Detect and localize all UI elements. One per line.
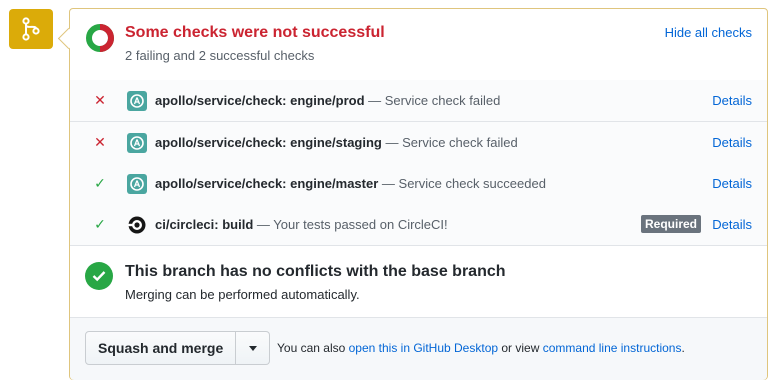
check-name: apollo/service/check: engine/prod: [155, 93, 365, 108]
merge-alternatives-note: You can also open this in GitHub Desktop…: [277, 341, 685, 355]
check-icon: ✓: [94, 175, 106, 191]
merge-status-card: Some checks were not successful 2 failin…: [69, 8, 768, 380]
check-description: — Service check failed: [368, 93, 501, 108]
check-circle-icon: [85, 262, 113, 290]
checks-status-ring-icon: [86, 24, 114, 52]
git-merge-icon: [9, 9, 53, 49]
apollo-icon: [127, 174, 147, 194]
checks-header: Some checks were not successful 2 failin…: [70, 9, 767, 81]
merge-button-group: Squash and merge: [85, 331, 271, 365]
check-name: ci/circleci: build: [155, 217, 254, 232]
apollo-icon: [127, 91, 147, 111]
command-line-instructions-link[interactable]: command line instructions: [543, 341, 682, 355]
merge-footer: Squash and merge You can also open this …: [70, 318, 767, 380]
apollo-icon: [127, 133, 147, 153]
hide-all-checks-link[interactable]: Hide all checks: [665, 25, 752, 40]
check-context: apollo/service/check: engine/prod — Serv…: [155, 93, 500, 108]
note-suffix: .: [681, 341, 685, 355]
check-row: ✓ apollo/service/check: engine/master — …: [70, 163, 767, 205]
check-context: apollo/service/check: engine/master — Se…: [155, 176, 546, 191]
branch-status: This branch has no conflicts with the ba…: [70, 245, 767, 318]
check-description: — Your tests passed on CircleCI!: [256, 217, 448, 232]
details-link[interactable]: Details: [712, 176, 752, 191]
required-badge: Required: [640, 215, 701, 233]
check-row: ✓ ci/circleci: build — Your tests passed…: [70, 204, 767, 246]
note-prefix: You can also: [277, 341, 349, 355]
branch-status-title: This branch has no conflicts with the ba…: [125, 263, 506, 280]
details-link[interactable]: Details: [712, 135, 752, 150]
check-row: ✕ apollo/service/check: engine/staging —…: [70, 122, 767, 164]
check-name: apollo/service/check: engine/master: [155, 176, 379, 191]
details-link[interactable]: Details: [712, 217, 752, 232]
open-in-desktop-link[interactable]: open this in GitHub Desktop: [349, 341, 498, 355]
details-link[interactable]: Details: [712, 93, 752, 108]
check-row: ✕ apollo/service/check: engine/prod — Se…: [70, 80, 767, 122]
x-icon: ✕: [94, 92, 106, 108]
check-description: — Service check failed: [385, 135, 518, 150]
squash-and-merge-button[interactable]: Squash and merge: [85, 331, 237, 365]
checks-title: Some checks were not successful: [125, 24, 385, 41]
check-icon: ✓: [94, 216, 106, 232]
check-context: apollo/service/check: engine/staging — S…: [155, 135, 518, 150]
circleci-icon: [128, 216, 146, 234]
x-icon: ✕: [94, 134, 106, 150]
branch-status-subtitle: Merging can be performed automatically.: [125, 287, 360, 302]
check-context: ci/circleci: build — Your tests passed o…: [155, 217, 448, 232]
check-description: — Service check succeeded: [381, 176, 546, 191]
checks-summary: 2 failing and 2 successful checks: [125, 48, 315, 63]
caret-down-icon: [248, 345, 257, 351]
check-name: apollo/service/check: engine/staging: [155, 135, 382, 150]
merge-method-dropdown[interactable]: [236, 331, 271, 365]
note-middle: or view: [498, 341, 543, 355]
